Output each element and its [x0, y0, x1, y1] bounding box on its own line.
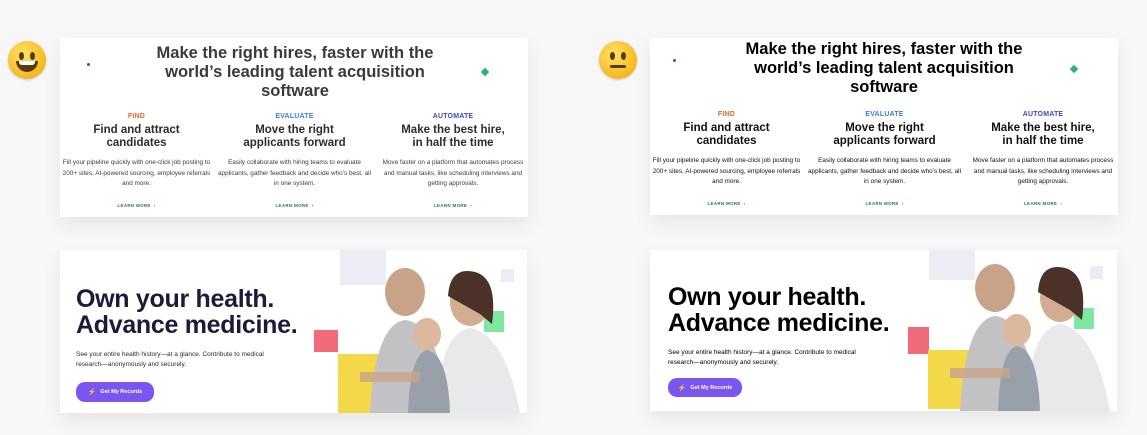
health-heading: Own your health. Advance medicine. [668, 283, 890, 338]
automate-kicker: AUTOMATE [432, 113, 474, 120]
decor-diamond [480, 67, 490, 77]
column-find: FIND Find and attract candidates Fill yo… [60, 113, 213, 208]
grinning-face-icon [8, 41, 46, 79]
button-label: Get My Records [100, 389, 143, 395]
automate-kicker: AUTOMATE [1022, 111, 1064, 118]
find-learn-more-link[interactable]: LEARN MORE › [650, 201, 803, 206]
evaluate-title: Move the right applicants forward [243, 124, 346, 150]
chevron-right-icon: › [901, 200, 904, 206]
find-desc: Fill your pipeline quickly with one-clic… [62, 159, 211, 187]
column-evaluate: EVALUATE Move the right applicants forwa… [807, 111, 962, 206]
find-desc: Fill your pipeline quickly with one-clic… [652, 157, 801, 185]
health-body: See your entire health history—at a glan… [76, 351, 264, 368]
chevron-right-icon: › [470, 202, 473, 208]
evaluate-kicker: EVALUATE [275, 113, 314, 120]
neutral-face-icon [599, 41, 637, 79]
health-heading: Own your health. Advance medicine. [76, 285, 298, 340]
bolt-icon: ⚡ [677, 384, 687, 392]
talent-card-right: Make the right hires, faster with the wo… [650, 38, 1118, 215]
heading-line-2: Advance medicine. [668, 309, 890, 338]
heading-line-2: Advance medicine. [76, 311, 298, 340]
automate-learn-more-link[interactable]: LEARN MORE › [378, 203, 528, 208]
talent-heading: Make the right hires, faster with the wo… [745, 40, 1023, 96]
find-learn-more-link[interactable]: LEARN MORE › [60, 203, 213, 208]
automate-desc: Move faster on a platform that automates… [382, 159, 524, 187]
chevron-right-icon: › [311, 202, 314, 208]
chevron-right-icon: › [1060, 200, 1063, 206]
automate-desc: Move faster on a platform that automates… [972, 157, 1114, 185]
button-label: Get My Records [690, 384, 733, 391]
chevron-right-icon: › [743, 200, 746, 206]
column-automate: AUTOMATE Make the best hire, in half the… [378, 113, 528, 208]
talent-card-left: Make the right hires, faster with the wo… [60, 38, 528, 217]
column-automate: AUTOMATE Make the best hire, in half the… [968, 111, 1118, 206]
chevron-right-icon: › [153, 202, 156, 208]
evaluate-desc: Easily collaborate with hiring teams to … [217, 159, 371, 187]
health-card-left: Own your health. Advance medicine. See y… [60, 250, 527, 413]
decor-dot [673, 59, 676, 62]
heading-line-1: Own your health. [76, 285, 274, 313]
automate-title: Make the best hire, in half the time [401, 124, 505, 150]
evaluate-title: Move the right applicants forward [833, 122, 936, 148]
automate-title: Make the best hire, in half the time [991, 122, 1095, 148]
decor-diamond [1069, 64, 1079, 74]
evaluate-learn-more-link[interactable]: LEARN MORE › [807, 201, 962, 206]
find-title: Find and attract candidates [683, 122, 770, 148]
column-find: FIND Find and attract candidates Fill yo… [650, 111, 803, 206]
evaluate-learn-more-link[interactable]: LEARN MORE › [217, 203, 372, 208]
decor-dot [87, 63, 90, 66]
health-card-right: Own your health. Advance medicine. See y… [650, 250, 1117, 411]
health-body: See your entire health history—at a glan… [668, 349, 856, 366]
evaluate-kicker: EVALUATE [865, 111, 904, 118]
evaluate-desc: Easily collaborate with hiring teams to … [807, 157, 961, 185]
family-photo [922, 252, 1117, 411]
get-records-button[interactable]: ⚡ Get My Records [668, 378, 742, 397]
find-kicker: FIND [717, 111, 736, 118]
family-photo [330, 254, 527, 413]
get-records-button[interactable]: ⚡ Get My Records [76, 382, 154, 402]
talent-heading: Make the right hires, faster with the wo… [156, 44, 434, 100]
column-evaluate: EVALUATE Move the right applicants forwa… [217, 113, 372, 208]
bolt-icon: ⚡ [87, 389, 97, 396]
heading-line-1: Own your health. [668, 283, 866, 311]
find-title: Find and attract candidates [93, 124, 180, 150]
automate-learn-more-link[interactable]: LEARN MORE › [968, 201, 1118, 206]
find-kicker: FIND [127, 113, 146, 120]
